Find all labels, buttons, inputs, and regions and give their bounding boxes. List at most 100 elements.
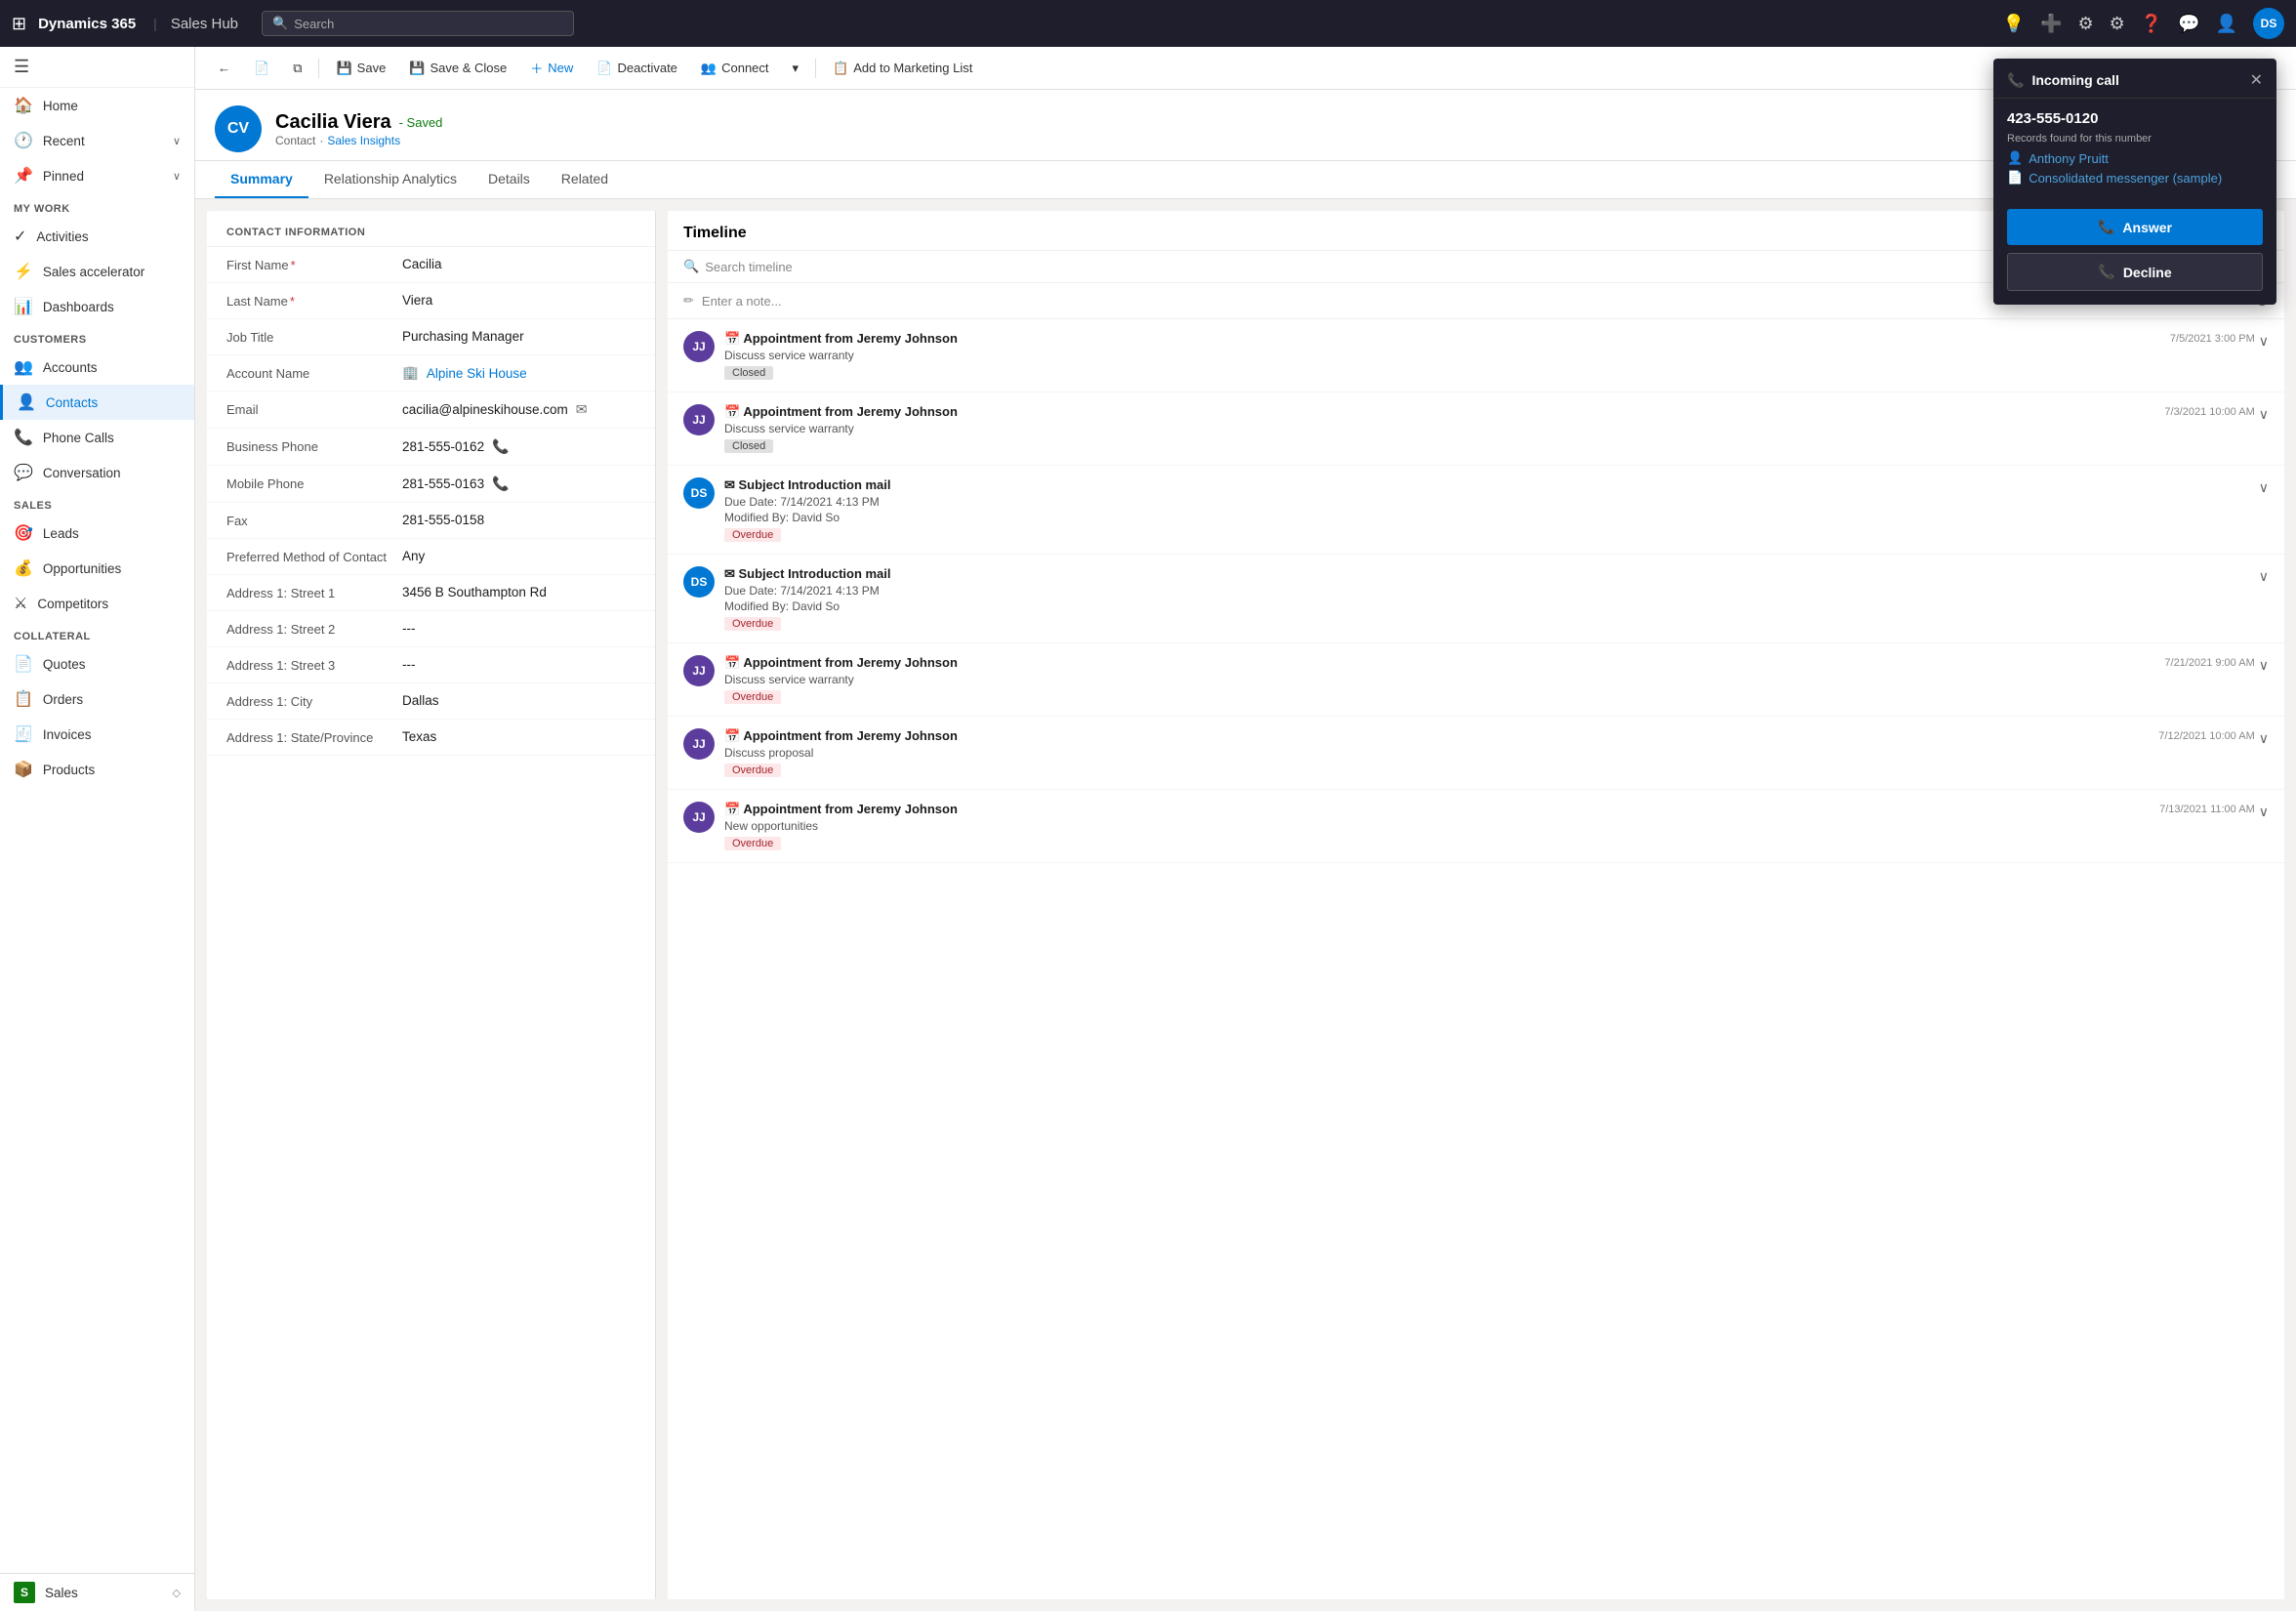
mobile-phone-icon[interactable]: 📞 (492, 475, 509, 492)
tl-chevron-3[interactable]: ∨ (2259, 568, 2269, 585)
sidebar-label-phone-calls: Phone Calls (43, 431, 114, 445)
grid-icon[interactable]: ⊞ (12, 14, 26, 34)
tl-right-3: ∨ (2259, 566, 2269, 585)
field-address-street3: Address 1: Street 3 --- (207, 647, 655, 683)
tl-chevron-4[interactable]: ∨ (2259, 657, 2269, 674)
filter-icon[interactable]: ⚙ (2077, 14, 2093, 34)
sidebar-item-quotes[interactable]: 📄 Quotes (0, 646, 194, 682)
search-bar[interactable]: 🔍 Search (262, 11, 574, 36)
sidebar-item-leads[interactable]: 🎯 Leads (0, 516, 194, 551)
settings-icon[interactable]: ⚙ (2110, 14, 2125, 34)
sidebar-item-phone-calls[interactable]: 📞 Phone Calls (0, 420, 194, 455)
sidebar-item-home[interactable]: 🏠 Home (0, 88, 194, 123)
sidebar-label-contacts: Contacts (46, 395, 98, 410)
tl-chevron-2[interactable]: ∨ (2259, 479, 2269, 496)
field-label-address-street1: Address 1: Street 1 (226, 585, 392, 600)
tl-date-5: 7/12/2021 10:00 AM (2158, 730, 2254, 742)
tab-related[interactable]: Related (546, 161, 624, 198)
sidebar-item-sales-accelerator[interactable]: ⚡ Sales accelerator (0, 254, 194, 289)
contact-name: Cacilia Viera (275, 111, 391, 134)
leads-icon: 🎯 (14, 523, 33, 543)
lightbulb-icon[interactable]: 💡 (2003, 14, 2025, 34)
new-button[interactable]: ＋ New (519, 52, 584, 84)
tabs: Summary Relationship Analytics Details R… (195, 161, 2296, 199)
products-icon: 📦 (14, 760, 33, 779)
sidebar-item-accounts[interactable]: 👥 Accounts (0, 350, 194, 385)
contact-insights[interactable]: Sales Insights (327, 134, 400, 147)
sidebar-item-competitors[interactable]: ⚔ Competitors (0, 586, 194, 621)
sales-section-label: Sales (0, 490, 194, 516)
field-value-address-street2: --- (402, 621, 636, 636)
account-link-icon: 🏢 (402, 365, 419, 381)
field-address-city: Address 1: City Dallas (207, 683, 655, 720)
tl-avatar-1: JJ (683, 404, 715, 435)
tab-details[interactable]: Details (472, 161, 546, 198)
contact-info-section-title: CONTACT INFORMATION (207, 211, 655, 247)
sidebar-item-opportunities[interactable]: 💰 Opportunities (0, 551, 194, 586)
dropdown-button[interactable]: ▾ (782, 54, 810, 83)
sidebar-item-invoices[interactable]: 🧾 Invoices (0, 717, 194, 752)
popup-record-anthony[interactable]: 👤 Anthony Pruitt (2007, 150, 2263, 166)
field-value-business-phone: 281-555-0162 📞 (402, 438, 636, 455)
deactivate-button[interactable]: 📄 Deactivate (586, 54, 688, 83)
field-label-address-city: Address 1: City (226, 693, 392, 709)
email-copy-icon[interactable]: ✉ (576, 401, 588, 418)
save-button[interactable]: 💾 Save (325, 54, 396, 83)
field-value-address-state: Texas (402, 729, 636, 744)
user-avatar[interactable]: DS (2253, 8, 2284, 39)
sidebar-toggle[interactable]: ☰ (0, 47, 194, 88)
quotes-icon: 📄 (14, 654, 33, 674)
add-to-marketing-label: Add to Marketing List (853, 61, 972, 75)
tl-chevron-1[interactable]: ∨ (2259, 406, 2269, 423)
tl-chevron-0[interactable]: ∨ (2259, 333, 2269, 350)
answer-button[interactable]: 📞 Answer (2007, 209, 2263, 245)
sidebar-item-conversation[interactable]: 💬 Conversation (0, 455, 194, 490)
back-button[interactable]: ← (207, 54, 241, 82)
record-icon-button[interactable]: 📄 (243, 54, 280, 83)
tl-body-0: 📅 Appointment from Jeremy Johnson Discus… (724, 331, 2152, 380)
popup-title-text: Incoming call (2031, 72, 2118, 88)
sidebar-label-activities: Activities (36, 229, 88, 244)
sidebar-item-activities[interactable]: ✓ Activities (0, 219, 194, 254)
decline-button[interactable]: 📞 Decline (2007, 253, 2263, 291)
field-value-last-name: Viera (402, 293, 636, 308)
plus-icon[interactable]: ➕ (2040, 14, 2062, 34)
add-to-marketing-list-button[interactable]: 📋 Add to Marketing List (822, 54, 983, 83)
tab-relationship[interactable]: Relationship Analytics (308, 161, 472, 198)
tl-badge-5: Overdue (724, 764, 781, 777)
sidebar-item-orders[interactable]: 📋 Orders (0, 682, 194, 717)
help-icon[interactable]: ❓ (2141, 14, 2162, 34)
connect-button[interactable]: 👥 Connect (690, 54, 780, 83)
opportunities-icon: 💰 (14, 558, 33, 578)
tl-badge-4: Overdue (724, 690, 781, 704)
sidebar-item-contacts[interactable]: 👤 Contacts (0, 385, 194, 420)
duplicate-button[interactable]: ⧉ (282, 54, 312, 83)
sidebar-item-products[interactable]: 📦 Products (0, 752, 194, 787)
sidebar-item-recent[interactable]: 🕐 Recent ∨ (0, 123, 194, 158)
business-phone-icon[interactable]: 📞 (492, 438, 509, 455)
tl-sub-6: New opportunities (724, 819, 2142, 833)
save-close-button[interactable]: 💾 Save & Close (398, 54, 517, 83)
person-icon[interactable]: 👤 (2216, 14, 2237, 34)
tl-chevron-5[interactable]: ∨ (2259, 730, 2269, 747)
popup-close-button[interactable]: ✕ (2250, 70, 2263, 90)
sidebar-item-pinned[interactable]: 📌 Pinned ∨ (0, 158, 194, 193)
field-label-email: Email (226, 401, 392, 417)
field-last-name: Last Name* Viera (207, 283, 655, 319)
tl-date-0: 7/5/2021 3:00 PM (2170, 333, 2255, 345)
chat-icon[interactable]: 💬 (2178, 14, 2199, 34)
tl-title-0: 📅 Appointment from Jeremy Johnson (724, 331, 2152, 347)
timeline-search-placeholder: Search timeline (705, 260, 793, 274)
tl-sub-3b: Modified By: David So (724, 599, 2249, 613)
field-value-account-name[interactable]: 🏢 Alpine Ski House (402, 365, 636, 381)
sidebar-item-dashboards[interactable]: 📊 Dashboards (0, 289, 194, 324)
contact-subtype: Contact · Sales Insights (275, 134, 442, 147)
field-label-address-street3: Address 1: Street 3 (226, 657, 392, 673)
popup-record-messenger[interactable]: 📄 Consolidated messenger (sample) (2007, 170, 2263, 186)
tab-summary[interactable]: Summary (215, 161, 308, 198)
sidebar-item-sales-bottom[interactable]: S Sales ◇ (0, 1573, 194, 1611)
tl-badge-1: Closed (724, 439, 773, 453)
accounts-icon: 👥 (14, 357, 33, 377)
save-close-icon: 💾 (409, 61, 425, 76)
tl-chevron-6[interactable]: ∨ (2259, 804, 2269, 820)
